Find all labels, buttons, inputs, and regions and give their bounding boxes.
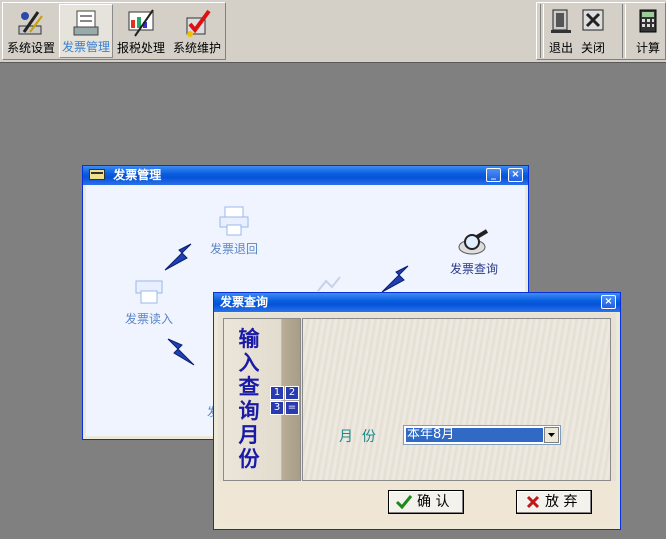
close-x-icon bbox=[582, 9, 604, 31]
chevron-down-icon bbox=[548, 433, 555, 437]
month-label: 月 份 bbox=[339, 429, 376, 445]
invoice-query-dialog: 发票查询 × 输 入 查 询 月 份 1 2 3 = 月 份 本年8月 确 认 … bbox=[213, 292, 621, 530]
confirm-label: 确 认 bbox=[417, 494, 450, 510]
dropdown-arrow-button[interactable] bbox=[544, 427, 559, 443]
toolbar-separator bbox=[540, 4, 544, 58]
invoice-query-label: 发票查询 bbox=[449, 262, 498, 276]
checkmark-icon bbox=[395, 495, 413, 510]
dialog-button-bar: 确 认 放 弃 bbox=[218, 481, 616, 525]
invoice-printer-icon bbox=[135, 280, 163, 304]
keypad-icon: 1 2 3 = bbox=[270, 386, 302, 418]
side-char: 查 bbox=[238, 374, 260, 399]
keypad-key: 2 bbox=[285, 386, 299, 400]
invoice-query-node[interactable]: 发票查询 bbox=[442, 229, 506, 277]
invoice-printer-icon bbox=[219, 206, 249, 236]
confirm-button[interactable]: 确 认 bbox=[388, 490, 464, 514]
invoice-return-node[interactable]: 发票退回 bbox=[204, 205, 264, 257]
side-char: 份 bbox=[238, 446, 260, 471]
tax-report-icon bbox=[128, 9, 154, 37]
toolbar-label: 退出 bbox=[548, 41, 573, 55]
side-banner-text: 输 入 查 询 月 份 bbox=[232, 327, 266, 471]
arrow-up-right-icon bbox=[164, 243, 192, 271]
side-banner: 输 入 查 询 月 份 1 2 3 = bbox=[223, 318, 301, 481]
keypad-key: 1 bbox=[270, 386, 284, 400]
side-char: 询 bbox=[238, 398, 260, 423]
close-window-button[interactable]: × bbox=[508, 168, 523, 182]
window-titlebar[interactable]: 发票管理 _ × bbox=[83, 166, 528, 185]
toolbar-label: 发票管理 bbox=[61, 40, 110, 54]
main-toolbar: 系统设置 发票管理 报税处理 系统维护 退出 关闭 计算 bbox=[0, 0, 666, 63]
toolbar-label: 系统设置 bbox=[6, 41, 55, 55]
calculator-icon bbox=[639, 9, 657, 33]
toolbar-label: 计算 bbox=[635, 41, 660, 55]
month-select-value: 本年8月 bbox=[406, 428, 543, 442]
toolbar-separator bbox=[622, 4, 626, 58]
toolbar-tax-report-button[interactable]: 报税处理 bbox=[114, 4, 168, 58]
cancel-button[interactable]: 放 弃 bbox=[516, 490, 592, 514]
maintenance-check-icon bbox=[186, 9, 211, 37]
side-char: 输 bbox=[238, 326, 260, 351]
arrow-down-right-icon bbox=[167, 338, 195, 366]
toolbar-system-settings-button[interactable]: 系统设置 bbox=[4, 4, 58, 58]
month-select[interactable]: 本年8月 bbox=[403, 425, 561, 445]
query-form-panel bbox=[302, 318, 611, 481]
invoice-printer-icon bbox=[73, 10, 99, 36]
toolbar-label: 系统维护 bbox=[172, 41, 221, 55]
side-char: 入 bbox=[238, 350, 260, 375]
toolbar-system-maintenance-button[interactable]: 系统维护 bbox=[169, 4, 225, 58]
red-x-icon bbox=[526, 495, 540, 509]
dialog-close-button[interactable]: × bbox=[601, 295, 616, 309]
toolbar-exit-button[interactable]: 退出 bbox=[545, 4, 577, 58]
side-char: 月 bbox=[238, 422, 260, 447]
exit-icon bbox=[551, 9, 571, 33]
toolbar-label: 关闭 bbox=[580, 41, 605, 55]
dialog-title: 发票查询 bbox=[220, 295, 269, 309]
dialog-body: 输 入 查 询 月 份 1 2 3 = 月 份 本年8月 确 认 放 弃 bbox=[218, 313, 616, 525]
toolbar-label: 报税处理 bbox=[116, 41, 165, 55]
toolbar-close-button[interactable]: 关闭 bbox=[577, 4, 609, 58]
toolbar-invoice-management-button[interactable]: 发票管理 bbox=[59, 4, 113, 58]
window-card-icon bbox=[89, 169, 105, 180]
keypad-key: = bbox=[285, 401, 299, 415]
minimize-button[interactable]: _ bbox=[486, 168, 501, 182]
dialog-titlebar[interactable]: 发票查询 × bbox=[214, 293, 620, 312]
invoice-return-label: 发票退回 bbox=[209, 242, 258, 256]
window-title: 发票管理 bbox=[113, 168, 162, 182]
arrow-up-right-icon bbox=[381, 265, 409, 293]
invoice-read-label: 发票读入 bbox=[124, 312, 173, 326]
invoice-read-node[interactable]: 发票读入 bbox=[119, 277, 179, 327]
magnifier-icon bbox=[458, 229, 489, 255]
pen-tools-icon bbox=[18, 11, 43, 35]
cancel-label: 放 弃 bbox=[545, 494, 578, 510]
toolbar-calculator-button[interactable]: 计算 bbox=[630, 4, 666, 58]
keypad-key: 3 bbox=[270, 401, 284, 415]
